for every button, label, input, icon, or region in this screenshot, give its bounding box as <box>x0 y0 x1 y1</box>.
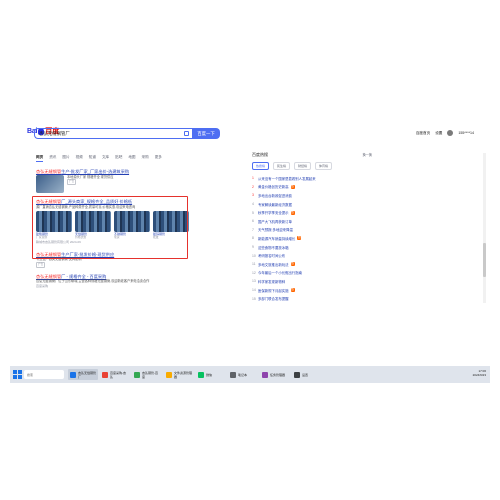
panel-tab[interactable]: 民生榜 <box>273 162 291 170</box>
app-icon <box>70 371 76 378</box>
hot-badge-icon: 热 <box>290 288 295 293</box>
hot-search-item[interactable]: 2 黄金价格创历史新高热 <box>252 183 372 192</box>
search-tabs: 网页 资讯 图片 视频 知道 文库 贴吧 地图 采购 更多 <box>36 155 162 162</box>
scrollbar-thumb[interactable] <box>483 243 486 277</box>
user-nav: 百度首页 设置 155****14 <box>416 130 474 136</box>
ad-badge: 广告 <box>67 178 77 186</box>
panel-title: 百度热搜 <box>252 152 268 157</box>
panel-tabs: 热搜榜 民生榜 财经榜 体育榜 <box>252 162 372 170</box>
hot-badge-icon: 热 <box>290 184 295 189</box>
result-item: 杏弘无缝钢管生产-批发厂家_厂家出价-选建筑采购 本地源头厂家 规格齐全 现货供… <box>36 169 186 193</box>
hot-list: 1 从来没有一个国家是靠着别人发展起来 2 黄金价格创历史新高热 3 多地出台新政促进消费… <box>252 174 372 303</box>
hot-search-item[interactable]: 10 考研报名时间公布 <box>252 251 372 260</box>
hot-search-item[interactable]: 4 专家解读最新经济数据 <box>252 200 372 209</box>
hot-search-item[interactable]: 13 科学家发现新物种 <box>252 277 372 286</box>
username[interactable]: 155****14 <box>458 131 474 135</box>
ad-badge: 广告 <box>36 261 46 268</box>
hot-search-panel: 百度热搜 换一换 热搜榜 民生榜 财经榜 体育榜 1 从来没有一个国家是靠着别人发… <box>252 152 372 303</box>
taskbar-apps: 杏弘无缝钢管厂 百度采购-杏弘 杏弘钢管-百度 文件资源管理器 微信 笔记本 任务管理器 设置 <box>68 369 322 380</box>
taskbar-app[interactable]: 杏弘钢管-百度 <box>132 369 162 380</box>
tab-more[interactable]: 更多 <box>155 155 162 162</box>
system-clock[interactable]: 17:06 2024/9/23 <box>473 369 486 378</box>
tab-images[interactable]: 图片 <box>62 155 69 162</box>
hot-search-item[interactable]: 9 这些食物不要放冰箱 <box>252 243 372 252</box>
camera-icon[interactable] <box>184 131 189 136</box>
hot-badge-icon: 热 <box>290 262 295 267</box>
app-icon <box>198 371 204 378</box>
panel-tab[interactable]: 体育榜 <box>315 162 333 170</box>
panel-tab[interactable]: 财经榜 <box>294 162 312 170</box>
home-link[interactable]: 百度首页 <box>416 131 430 136</box>
hot-search-item[interactable]: 12 今年最后一个小长假出行指南 <box>252 269 372 278</box>
tab-news[interactable]: 资讯 <box>49 155 56 162</box>
taskbar-app[interactable]: 设置 <box>292 369 322 380</box>
tab-tieba[interactable]: 贴吧 <box>115 155 122 162</box>
hot-search-item[interactable]: 5 秋季开学季安全提示热 <box>252 208 372 217</box>
taskbar-search[interactable]: 搜索 <box>24 370 64 379</box>
app-icon <box>134 371 140 378</box>
tab-wenku[interactable]: 文库 <box>102 155 109 162</box>
vertical-scrollbar[interactable] <box>483 153 486 303</box>
windows-start-icon[interactable] <box>13 370 22 379</box>
taskbar-app[interactable]: 笔记本 <box>228 369 258 380</box>
taskbar: 搜索 杏弘无缝钢管厂 百度采购-杏弘 杏弘钢管-百度 文件资源管理器 微信 笔记本 任务管理… <box>10 366 490 383</box>
taskbar-app[interactable]: 文件资源管理器 <box>164 369 194 380</box>
hot-badge-icon: 热 <box>297 236 302 241</box>
result-thumbnail[interactable] <box>36 175 64 193</box>
tab-web[interactable]: 网页 <box>36 155 44 162</box>
refresh-button[interactable]: 换一换 <box>362 152 372 158</box>
tab-video[interactable]: 视频 <box>76 155 83 162</box>
app-icon <box>166 371 172 378</box>
hot-search-item[interactable]: 15 多部门联合发布提醒 <box>252 294 372 303</box>
hot-search-item[interactable]: 1 从来没有一个国家是靠着别人发展起来 <box>252 174 372 183</box>
tab-purchase[interactable]: 采购 <box>142 155 149 162</box>
panel-tab[interactable]: 热搜榜 <box>252 162 270 170</box>
hot-search-item[interactable]: 8 新能源汽车销量持续增长热 <box>252 234 372 243</box>
tab-map[interactable]: 地图 <box>128 155 135 162</box>
search-button[interactable]: 百度一下 <box>192 128 220 139</box>
highlight-annotation-box <box>32 196 188 259</box>
app-icon <box>294 371 300 378</box>
app-icon <box>230 371 236 378</box>
browser-screen: Bai 百度 杏弘无缝钢管厂 百度一下 百度首页 设置 155****14 网页… <box>10 113 490 383</box>
taskbar-app[interactable]: 微信 <box>196 369 226 380</box>
app-icon <box>262 371 268 378</box>
hot-search-item[interactable]: 7 天气预报:多地迎来降温 <box>252 226 372 235</box>
app-icon <box>102 371 108 378</box>
hot-search-item[interactable]: 14 医保新规下月起实施热 <box>252 286 372 295</box>
avatar[interactable] <box>447 130 454 136</box>
result-item: 杏弘无缝钢管厂 - 规格齐全 - 百度采购 杏弘无缝钢管厂位于山东聊城,主营各种… <box>36 274 186 288</box>
taskbar-app[interactable]: 杏弘无缝钢管厂 <box>68 369 98 380</box>
hot-badge-icon: 热 <box>290 210 295 215</box>
taskbar-app[interactable]: 任务管理器 <box>260 369 290 380</box>
hot-search-item[interactable]: 11 多地文旅推出新玩法热 <box>252 260 372 269</box>
tab-zhidao[interactable]: 知道 <box>89 155 96 162</box>
hot-search-item[interactable]: 3 多地出台新政促进消费 <box>252 191 372 200</box>
search-input[interactable]: 杏弘无缝钢管厂 <box>34 128 192 139</box>
taskbar-app[interactable]: 百度采购-杏弘 <box>100 369 130 380</box>
settings-link[interactable]: 设置 <box>435 131 442 136</box>
hot-search-item[interactable]: 6 国产大飞机再获新订单 <box>252 217 372 226</box>
